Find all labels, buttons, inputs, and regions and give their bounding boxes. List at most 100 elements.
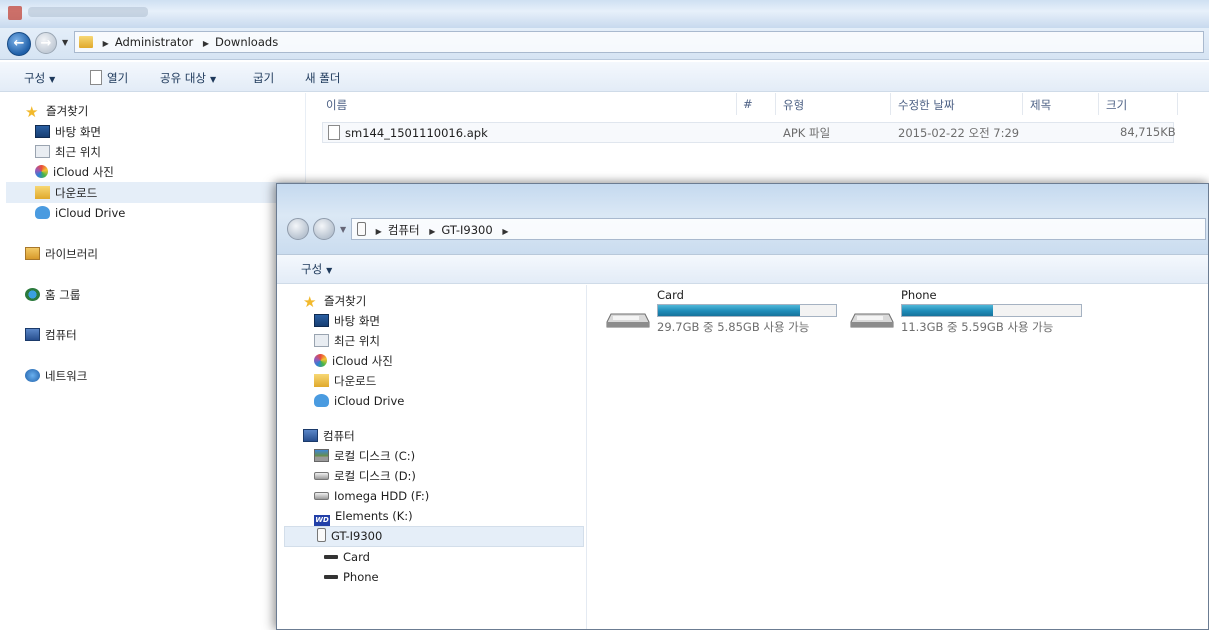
nav-elements[interactable]: WD Elements (K:) bbox=[314, 506, 413, 526]
recent-pages-dropdown[interactable]: ▼ bbox=[340, 225, 346, 234]
back-button[interactable]: ← bbox=[7, 32, 31, 56]
chevron-right-icon[interactable]: ▶ bbox=[502, 227, 508, 236]
file-icon bbox=[328, 125, 340, 140]
breadcrumb: ▶ 컴퓨터 ▶ GT-I9300 ▶ bbox=[357, 222, 514, 238]
nav-computer[interactable]: 컴퓨터 bbox=[303, 426, 355, 446]
storage-card-icon bbox=[324, 555, 338, 559]
free-space-card: 29.7GB 중 5.85GB 사용 가능 bbox=[657, 320, 810, 334]
breadcrumb-item-administrator[interactable]: Administrator bbox=[115, 35, 193, 49]
file-type-cell: APK 파일 bbox=[783, 126, 831, 140]
recent-places-icon bbox=[314, 334, 329, 347]
icloud-drive-icon bbox=[35, 206, 50, 219]
nav-homegroup[interactable]: 홈 그룹 bbox=[25, 285, 80, 305]
folder-icon bbox=[79, 36, 93, 48]
column-divider[interactable] bbox=[775, 93, 776, 115]
nav-icloud-photos[interactable]: iCloud 사진 bbox=[314, 351, 393, 371]
library-icon bbox=[25, 247, 40, 260]
star-icon: ★ bbox=[25, 103, 39, 121]
column-header-size[interactable]: 크기 bbox=[1106, 97, 1127, 113]
network-icon bbox=[25, 369, 40, 382]
chevron-right-icon[interactable]: ▶ bbox=[103, 39, 109, 48]
breadcrumb-item-computer[interactable]: 컴퓨터 bbox=[388, 223, 420, 237]
hard-drive-icon bbox=[314, 492, 329, 500]
nav-card[interactable]: Card bbox=[324, 547, 370, 567]
system-drive-icon bbox=[314, 449, 329, 462]
breadcrumb: ▶ Administrator ▶ Downloads bbox=[79, 35, 278, 49]
breadcrumb-item-downloads[interactable]: Downloads bbox=[215, 35, 278, 49]
wd-drive-icon: WD bbox=[314, 515, 330, 526]
nav-desktop[interactable]: 바탕 화면 bbox=[314, 311, 380, 331]
document-icon bbox=[90, 70, 102, 85]
homegroup-icon bbox=[25, 288, 40, 301]
column-divider[interactable] bbox=[1022, 93, 1023, 115]
column-header-number[interactable]: # bbox=[743, 97, 753, 111]
column-header-title[interactable]: 제목 bbox=[1030, 97, 1051, 113]
nav-network[interactable]: 네트워크 bbox=[25, 366, 87, 386]
removable-drive-icon bbox=[606, 313, 650, 328]
back-button[interactable] bbox=[287, 218, 309, 240]
title-bar bbox=[0, 0, 1209, 28]
nav-icloud-photos[interactable]: iCloud 사진 bbox=[35, 162, 114, 182]
nav-computer[interactable]: 컴퓨터 bbox=[25, 325, 77, 345]
caret-down-icon: ▼ bbox=[326, 266, 333, 275]
forward-button[interactable] bbox=[313, 218, 335, 240]
file-name-cell[interactable]: sm144_1501110016.apk bbox=[328, 125, 488, 140]
organize-button[interactable]: 구성 ▼ bbox=[301, 261, 332, 277]
new-folder-button[interactable]: 새 폴더 bbox=[305, 70, 340, 86]
caret-down-icon: ▼ bbox=[49, 75, 56, 84]
device-name-phone: Phone bbox=[901, 288, 937, 302]
column-header-modified[interactable]: 수정한 날짜 bbox=[898, 97, 955, 113]
nav-local-disk-c[interactable]: 로컬 디스크 (C:) bbox=[314, 446, 415, 466]
recent-places-icon bbox=[35, 145, 50, 158]
file-size-cell: 84,715KB bbox=[1120, 125, 1176, 139]
nav-local-disk-d[interactable]: 로컬 디스크 (D:) bbox=[314, 466, 416, 486]
column-header-type[interactable]: 유형 bbox=[783, 97, 804, 113]
nav-downloads[interactable]: 다운로드 bbox=[35, 183, 97, 203]
nav-gt-i9300[interactable]: GT-I9300 bbox=[317, 526, 382, 546]
desktop-icon bbox=[35, 125, 50, 138]
column-divider[interactable] bbox=[736, 93, 737, 115]
computer-icon bbox=[303, 429, 318, 442]
breadcrumb-item-device[interactable]: GT-I9300 bbox=[441, 223, 492, 237]
burn-button[interactable]: 굽기 bbox=[253, 70, 274, 86]
nav-icloud-drive[interactable]: iCloud Drive bbox=[314, 391, 404, 411]
nav-icloud-drive[interactable]: iCloud Drive bbox=[35, 203, 125, 223]
recent-pages-dropdown[interactable]: ▼ bbox=[62, 38, 68, 47]
chevron-right-icon[interactable]: ▶ bbox=[203, 39, 209, 48]
nav-favorites[interactable]: ★ 즐겨찾기 bbox=[303, 291, 366, 311]
chevron-right-icon[interactable]: ▶ bbox=[429, 227, 435, 236]
organize-button[interactable]: 구성 ▼ bbox=[24, 70, 55, 86]
phone-storage-icon bbox=[324, 575, 338, 579]
nav-desktop[interactable]: 바탕 화면 bbox=[35, 122, 101, 142]
removable-drive-icon bbox=[850, 313, 894, 328]
chevron-right-icon[interactable]: ▶ bbox=[376, 227, 382, 236]
device-window[interactable]: ▼ ▶ 컴퓨터 ▶ GT-I9300 ▶ 구성 ▼ ★ 즐겨찾기 바탕 화면 최근 위치… bbox=[276, 183, 1209, 630]
hard-drive-icon bbox=[314, 472, 329, 480]
column-divider[interactable] bbox=[890, 93, 891, 115]
open-button[interactable]: 열기 bbox=[90, 70, 128, 86]
share-with-button[interactable]: 공유 대상 ▼ bbox=[160, 70, 216, 86]
nav-phone[interactable]: Phone bbox=[324, 567, 379, 587]
forward-button[interactable]: → bbox=[35, 32, 57, 54]
usage-bar-card bbox=[657, 304, 837, 317]
nav-recent[interactable]: 최근 위치 bbox=[35, 142, 101, 162]
file-modified-cell: 2015-02-22 오전 7:29 bbox=[898, 126, 1020, 140]
window-title-blurred bbox=[28, 7, 148, 17]
arrow-left-icon: ← bbox=[13, 36, 25, 51]
column-divider[interactable] bbox=[1177, 93, 1178, 115]
nav-downloads[interactable]: 다운로드 bbox=[314, 371, 376, 391]
icloud-photos-icon bbox=[35, 165, 48, 178]
nav-favorites[interactable]: ★ 즐겨찾기 bbox=[25, 101, 88, 121]
column-divider[interactable] bbox=[1098, 93, 1099, 115]
desktop-icon bbox=[314, 314, 329, 327]
nav-iomega-hdd[interactable]: Iomega HDD (F:) bbox=[314, 486, 429, 506]
star-icon: ★ bbox=[303, 293, 317, 311]
blank-area bbox=[295, 599, 477, 629]
nav-libraries[interactable]: 라이브러리 bbox=[25, 244, 98, 264]
nav-recent[interactable]: 최근 위치 bbox=[314, 331, 380, 351]
column-header-name[interactable]: 이름 bbox=[326, 97, 347, 113]
caret-down-icon: ▼ bbox=[209, 75, 217, 84]
phone-device-icon bbox=[317, 528, 326, 542]
command-bar bbox=[277, 254, 1208, 284]
icloud-drive-icon bbox=[314, 394, 329, 407]
